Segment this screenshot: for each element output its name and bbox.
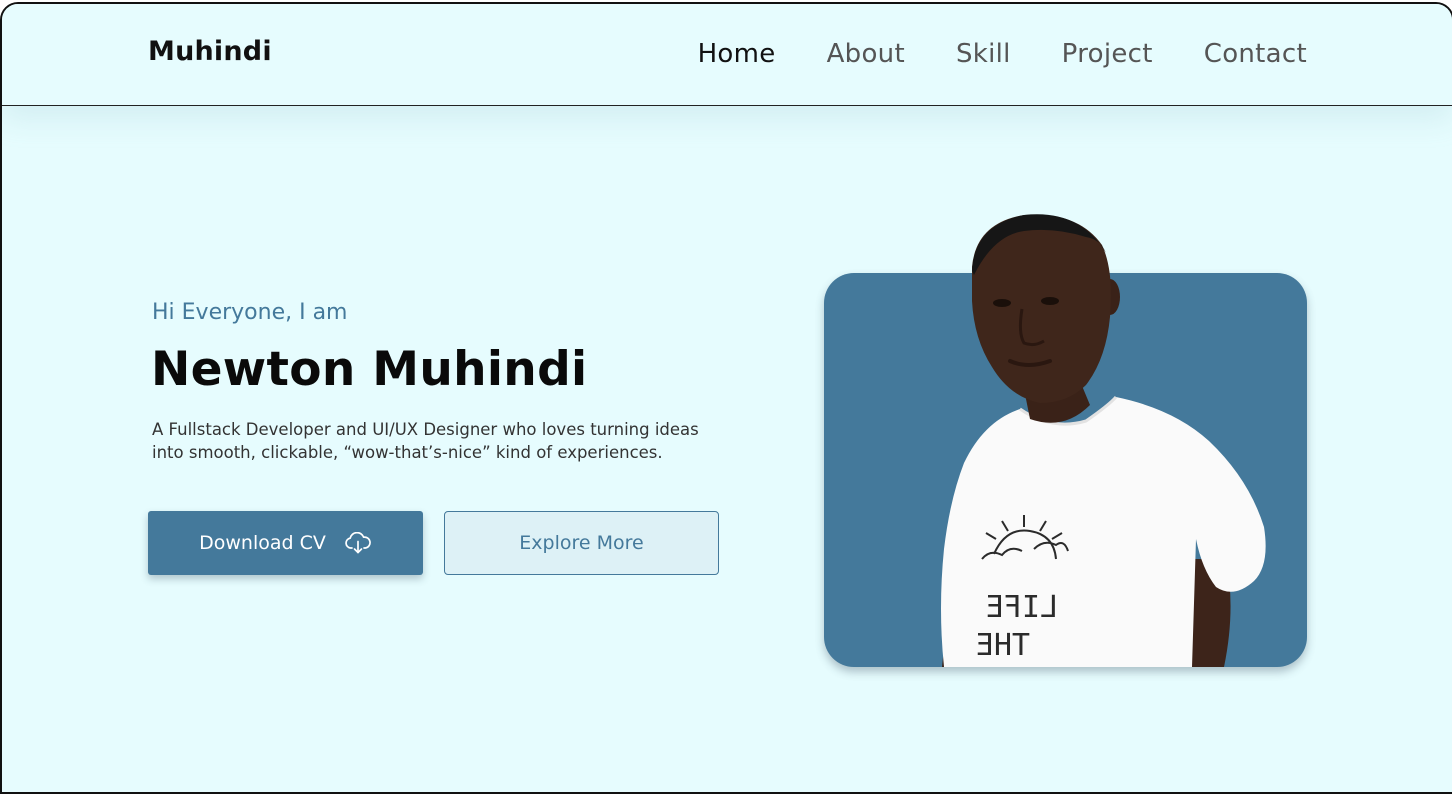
svg-text:LIFE: LIFE <box>986 590 1058 625</box>
download-cv-label: Download CV <box>199 532 326 554</box>
navbar: Muhindi Home About Skill Project Contact <box>2 4 1452 106</box>
hero-bio: A Fullstack Developer and UI/UX Designer… <box>152 418 772 464</box>
profile-portrait: LIFE THE <box>941 214 1266 667</box>
nav-link-contact[interactable]: Contact <box>1204 39 1307 69</box>
explore-more-button[interactable]: Explore More <box>444 511 719 575</box>
nav-link-project[interactable]: Project <box>1062 39 1153 69</box>
hero-greeting: Hi Everyone, I am <box>152 300 348 325</box>
hero-name: Newton Muhindi <box>151 342 588 397</box>
nav-link-about[interactable]: About <box>827 39 905 69</box>
hero-bio-line-2: into smooth, clickable, “wow-that’s-nice… <box>152 443 663 462</box>
nav-link-skill[interactable]: Skill <box>956 39 1011 69</box>
svg-text:THE: THE <box>976 628 1030 663</box>
browser-frame: Muhindi Home About Skill Project Contact… <box>0 2 1452 794</box>
site-logo[interactable]: Muhindi <box>148 36 272 67</box>
hero-bio-line-1: A Fullstack Developer and UI/UX Designer… <box>152 420 699 439</box>
cloud-download-icon <box>344 532 372 554</box>
nav-link-home[interactable]: Home <box>698 39 776 69</box>
nav-links: Home About Skill Project Contact <box>698 39 1307 69</box>
download-cv-button[interactable]: Download CV <box>148 511 423 575</box>
